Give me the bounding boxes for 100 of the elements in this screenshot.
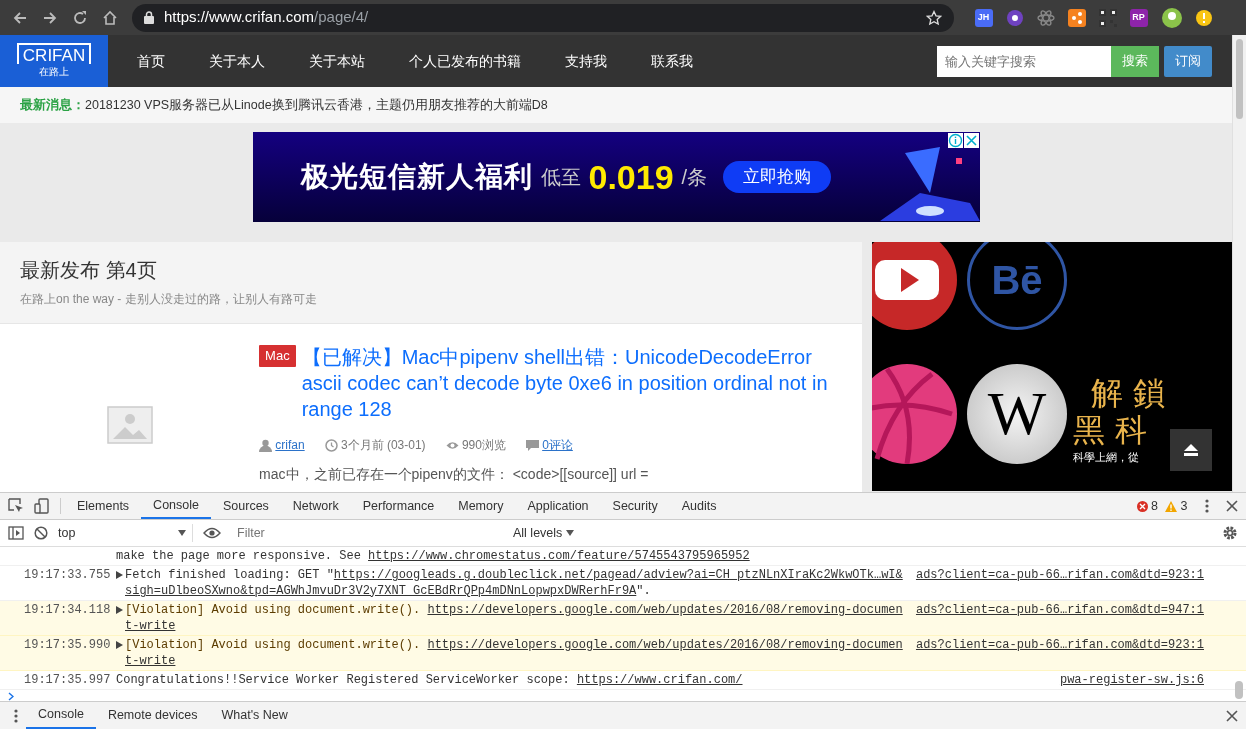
ad-headline: 解鎖	[1091, 374, 1175, 412]
drawer-tab[interactable]: What's New	[209, 702, 300, 729]
caret-icon	[178, 529, 186, 536]
wiki-logo: W	[967, 363, 1067, 464]
devtools-tab[interactable]: Audits	[669, 493, 729, 519]
qr-code-icon[interactable]	[1098, 8, 1117, 27]
back-to-top-button[interactable]	[1170, 429, 1212, 471]
source-link[interactable]: ads?client=ca-pub-66…rifan.com&dtd=947:1	[915, 601, 1204, 634]
page-subtitle: 在路上on the way - 走别人没走过的路，让别人有路可走	[20, 291, 318, 308]
page-scrollbar[interactable]	[1232, 35, 1246, 492]
subscribe-button[interactable]: 订阅	[1164, 45, 1212, 77]
source-link[interactable]: ads?client=ca-pub-66…rifan.com&dtd=923:1	[915, 566, 1204, 599]
address-bar[interactable]: https://www.crifan.com/page/4/	[132, 3, 954, 32]
ad-price: 0.019	[588, 156, 674, 198]
forward-icon[interactable]	[42, 9, 58, 26]
eye-icon[interactable]	[203, 526, 221, 539]
source-link[interactable]: pwa-register-sw.js:6	[1059, 671, 1204, 688]
ad-text: /条	[681, 165, 708, 190]
error-icon	[1136, 500, 1148, 512]
nav-link[interactable]: 联系我	[628, 50, 715, 72]
meta-text: 3个月前 (03-01)	[340, 437, 426, 454]
message-text: Congratulations!!Service Worker Registered ServiceWorker scope: https://www.crifan.com/	[116, 671, 743, 688]
search-field[interactable]: 输入关键字搜索	[937, 45, 1111, 77]
devtools-tab[interactable]: Security	[600, 493, 670, 519]
message-text: make the page more responsive. See https://www.chromestatus.com/feature/5745543795965952	[116, 547, 750, 564]
devtools-tab[interactable]: Network	[280, 493, 351, 519]
post-title-link[interactable]: 【已解决】Mac中pipenv shell出错：UnicodeDecodeError ascii codec can’t decode byte 0xe6 in position ordinal not in range 128	[301, 344, 842, 422]
page-title: 最新发布 第4页	[20, 258, 158, 282]
close-icon[interactable]	[963, 133, 979, 148]
ring-logo: Bē	[967, 242, 1067, 330]
log-levels-dropdown[interactable]: All levels	[513, 523, 574, 543]
warning-count: 3	[1180, 497, 1188, 515]
devtools-tab[interactable]: Performance	[350, 493, 447, 519]
device-toolbar-icon[interactable]	[34, 498, 50, 514]
nav-link[interactable]: 支持我	[542, 50, 629, 72]
expand-triangle-icon[interactable]	[116, 605, 123, 614]
warning-dot-icon[interactable]	[1195, 9, 1212, 26]
timestamp: 19:17:33.755	[24, 566, 112, 584]
atom-icon[interactable]	[1036, 8, 1055, 27]
ad-headline: 极光短信新人福利	[300, 160, 533, 194]
ad-text: 低至	[540, 165, 581, 190]
devtools-tab[interactable]: Elements	[65, 493, 142, 519]
ad-banner[interactable]: 极光短信新人福利 低至 0.019 /条 立即抢购	[252, 132, 980, 222]
profile-avatar-icon[interactable]	[1161, 7, 1182, 28]
drawer-tab[interactable]: Remote devices	[95, 702, 210, 729]
prompt-icon[interactable]	[8, 691, 14, 701]
author-link[interactable]: crifan	[275, 436, 305, 454]
ad-cta-button[interactable]: 立即抢购	[723, 161, 832, 193]
error-count: 8	[1151, 497, 1159, 515]
reload-icon[interactable]	[72, 9, 88, 26]
devtools-tab[interactable]: Application	[515, 493, 601, 519]
post-excerpt: mac中，之前已存在一个pipenv的文件： <code>[[source]] url =	[259, 465, 650, 484]
warning-icon	[1165, 500, 1178, 512]
ad-headline: 黑科	[1073, 411, 1157, 449]
close-icon[interactable]	[1226, 500, 1238, 512]
home-icon[interactable]	[102, 9, 118, 26]
extension-icon[interactable]	[1005, 8, 1024, 27]
extension-icon[interactable]: JH	[974, 8, 993, 27]
expand-triangle-icon[interactable]	[116, 640, 123, 649]
sidebar-toggle-icon[interactable]	[8, 525, 24, 540]
expand-triangle-icon[interactable]	[116, 570, 123, 579]
nav-link[interactable]: 关于本人	[186, 50, 287, 72]
extension-icon[interactable]: RP	[1129, 8, 1148, 27]
nav-link[interactable]: 个人已发布的书籍	[386, 50, 543, 72]
extension-icon[interactable]	[1067, 8, 1086, 27]
ad-caption: 科學上網，從	[1073, 449, 1139, 465]
category-tag[interactable]: Mac	[259, 345, 296, 367]
clock-icon	[324, 438, 338, 452]
more-options-icon[interactable]	[1204, 499, 1209, 513]
devtools-tab[interactable]: Sources	[211, 493, 281, 519]
nav-link[interactable]: 关于本站	[286, 50, 387, 72]
devtools-tab[interactable]: Console	[141, 493, 211, 519]
timestamp: 19:17:34.118	[24, 601, 112, 619]
star-icon[interactable]	[926, 9, 942, 26]
back-icon[interactable]	[12, 9, 28, 26]
devtools-tab[interactable]: Memory	[446, 493, 516, 519]
timestamp: 19:17:35.990	[24, 636, 112, 654]
user-icon	[259, 438, 273, 452]
clear-console-icon[interactable]	[34, 525, 48, 540]
nav-link[interactable]: 首页	[114, 50, 187, 72]
timestamp: 19:17:35.997	[24, 671, 112, 688]
source-link[interactable]: ads?client=ca-pub-66…rifan.com&dtd=923:1	[915, 636, 1204, 669]
comments-link[interactable]: 0评论	[542, 436, 573, 454]
comment-icon	[525, 438, 539, 452]
message-text: Fetch finished loading: GET "https://googleads.g.doubleclick.net/pagead/adview?ai=CH_ptzNLnXIraKc2WkwOTk…wI&sigh=uDlbeoSXwno&tpd=AGWhJmvuDr3V2y7XNT_GcEBdRrQPp4mDNnLopwpxDWRerhFr9A".	[125, 566, 904, 599]
inspect-icon[interactable]	[8, 498, 24, 514]
site-logo[interactable]: CRIFAN 在路上	[0, 35, 108, 87]
info-icon[interactable]	[947, 133, 963, 148]
more-options-icon[interactable]	[14, 708, 18, 723]
close-icon[interactable]	[1226, 709, 1238, 722]
image-placeholder-icon	[106, 405, 153, 444]
context-select[interactable]: top	[58, 523, 193, 543]
drawer-tab[interactable]: Console	[26, 702, 96, 729]
url-text: https://www.crifan.com/page/4/	[164, 7, 370, 28]
settings-icon[interactable]	[1222, 524, 1238, 541]
eject-icon	[1183, 443, 1199, 457]
caret-icon	[565, 529, 574, 536]
meta-text: 990浏览	[461, 437, 506, 454]
news-text: 最新消息：20181230 VPS服务器已从Linode换到腾讯云香港，主题仍用朋友推荐的大前端D8	[20, 96, 548, 114]
lock-icon	[144, 11, 154, 24]
